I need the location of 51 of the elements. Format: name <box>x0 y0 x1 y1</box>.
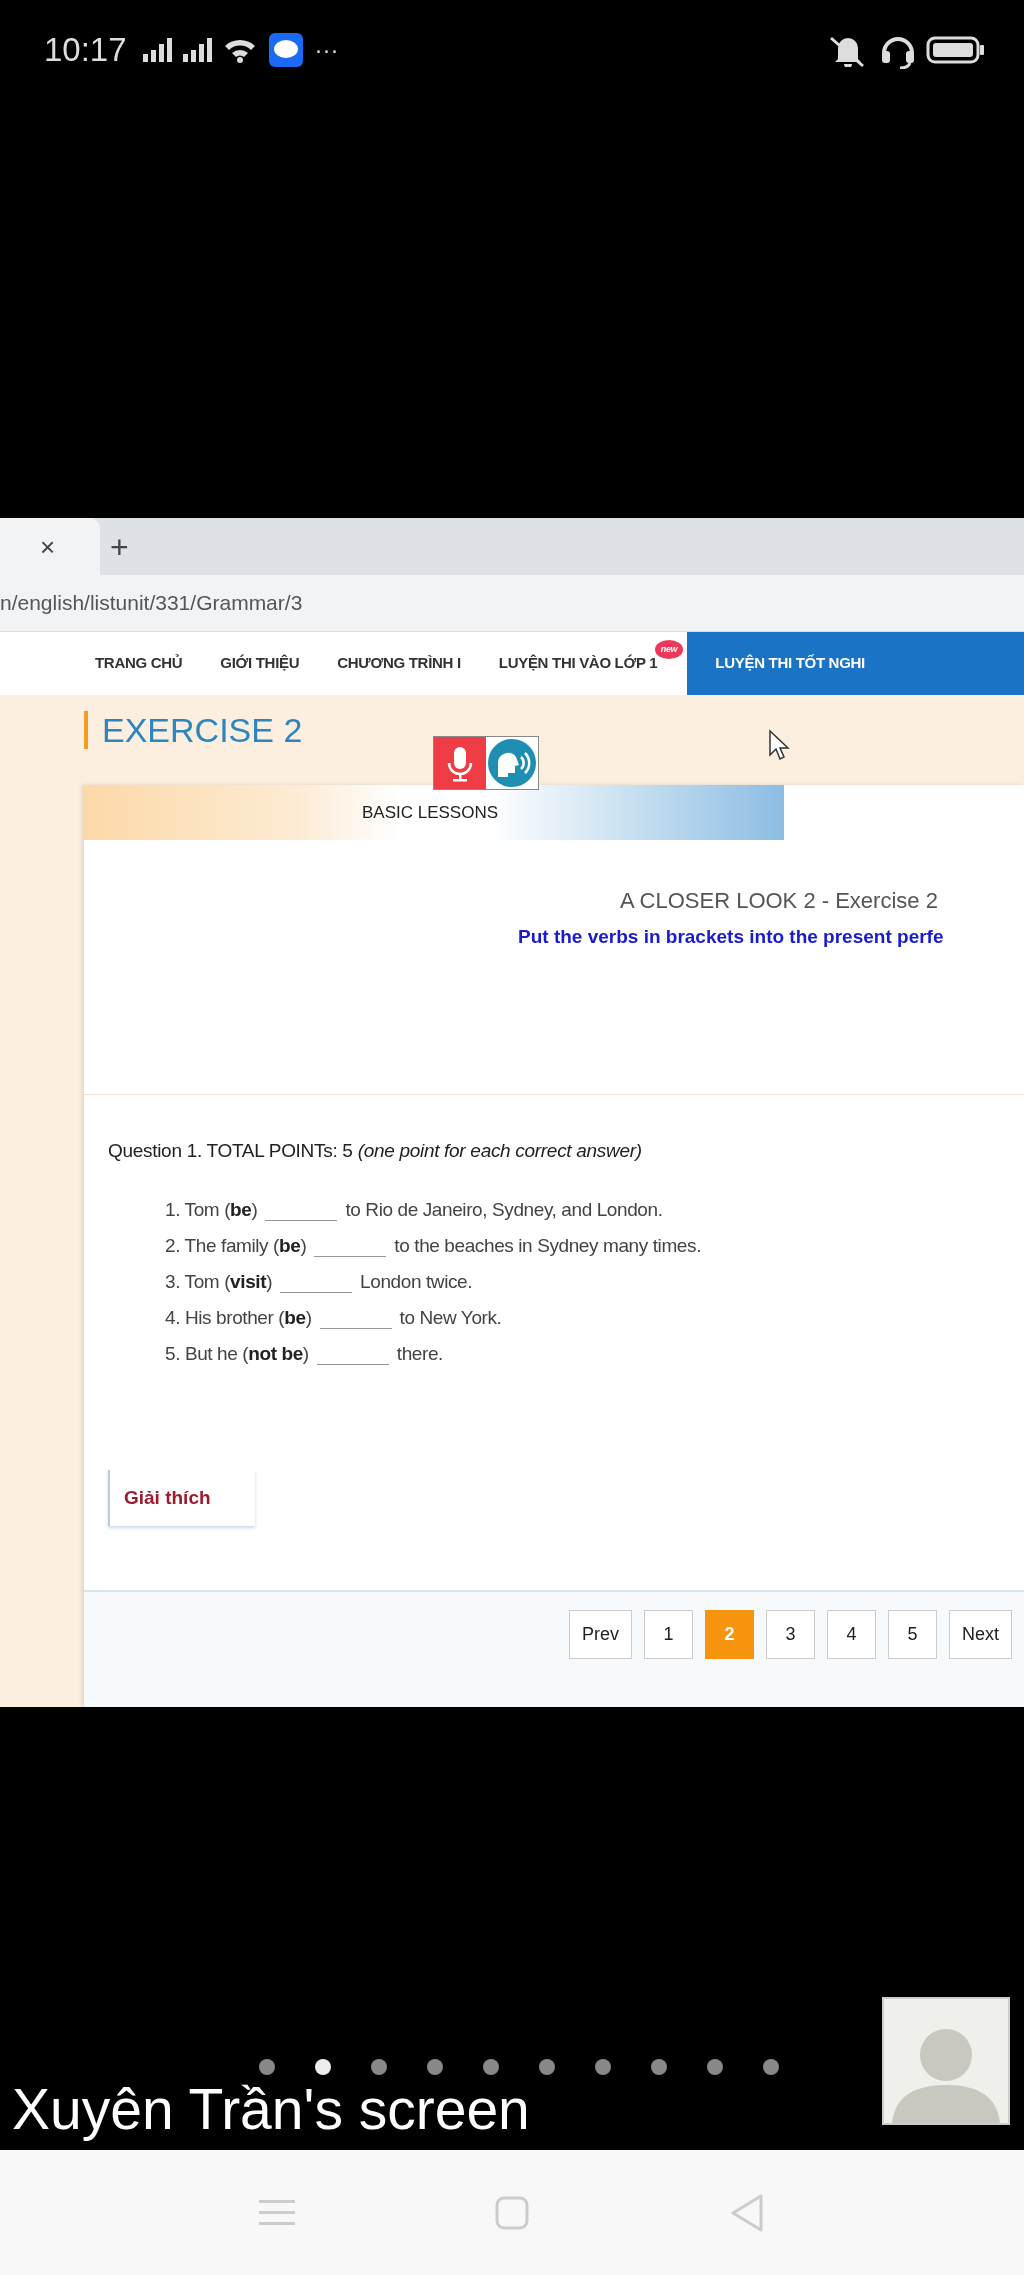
page-dot[interactable] <box>707 2059 723 2075</box>
microphone-icon[interactable] <box>434 737 486 789</box>
explain-button[interactable]: Giải thích <box>108 1469 255 1526</box>
page-button[interactable]: 4 <box>827 1610 876 1659</box>
page-button[interactable]: Next <box>949 1610 1012 1659</box>
page-dot[interactable] <box>483 2059 499 2075</box>
url-text[interactable]: n/english/listunit/331/Grammar/3 <box>0 587 303 619</box>
question-text: there. <box>396 1341 443 1366</box>
question-header: Question 1. TOTAL POINTs: 5 (one point for each correct answer) <box>108 1139 643 1163</box>
browser-tab[interactable]: × <box>0 518 100 575</box>
nav-link[interactable]: CHƯƠNG TRÌNH I <box>318 632 480 695</box>
signal-icon <box>182 38 213 62</box>
more-indicator: ··· <box>314 35 339 65</box>
question-text: London twice. <box>360 1269 473 1294</box>
page-dot[interactable] <box>427 2059 443 2075</box>
cursor-icon <box>768 729 790 761</box>
page-button[interactable]: 1 <box>644 1610 693 1659</box>
page-dot[interactable] <box>763 2059 779 2075</box>
question-text: 2. The family (be) <box>165 1233 307 1258</box>
page-dot[interactable] <box>371 2059 387 2075</box>
question-text: to New York. <box>399 1305 502 1330</box>
page-dot[interactable] <box>595 2059 611 2075</box>
page-button[interactable]: 5 <box>888 1610 937 1659</box>
new-badge: new <box>654 640 684 659</box>
instruction-text: Put the verbs in brackets into the present perfe <box>517 925 945 949</box>
page-dot[interactable] <box>315 2059 331 2075</box>
question-text: to the beaches in Sydney many times. <box>394 1233 701 1258</box>
page-button[interactable]: 3 <box>766 1610 815 1659</box>
banner-title: BASIC LESSONS <box>362 801 499 824</box>
speaking-head-icon[interactable] <box>486 737 538 789</box>
question-text: 1. Tom (be) <box>165 1197 258 1222</box>
new-tab-button[interactable]: + <box>104 529 135 564</box>
nav-link[interactable]: TRANG CHỦ <box>76 632 202 695</box>
question-text: to Rio de Janeiro, Sydney, and London. <box>345 1197 663 1222</box>
close-button[interactable]: × <box>34 533 62 560</box>
battery-icon <box>926 36 984 64</box>
exercise-heading: EXERCISE 2 <box>84 711 303 749</box>
question-text: 3. Tom (visit) <box>165 1269 273 1294</box>
question-text: 4. His brother (be) <box>165 1305 312 1330</box>
page-dot[interactable] <box>539 2059 555 2075</box>
chat-app-icon <box>268 33 303 67</box>
nav-link[interactable]: LUYỆN THI TỐT NGHI <box>687 632 1024 695</box>
nav-link[interactable]: GIỚI THIỆU <box>201 632 319 695</box>
nav-link[interactable]: LUYỆN THI VÀO LỚP 1 new <box>479 632 688 695</box>
signal-icon <box>142 38 173 62</box>
question-text: 5. But he (not be) <box>165 1341 309 1366</box>
page-button[interactable]: Prev <box>568 1610 632 1659</box>
clock-time: 10:17 <box>44 30 127 71</box>
page-dot[interactable] <box>259 2059 275 2075</box>
page-dot[interactable] <box>651 2059 667 2075</box>
exercise-title: A CLOSER LOOK 2 - Exercise 2 <box>619 887 939 915</box>
